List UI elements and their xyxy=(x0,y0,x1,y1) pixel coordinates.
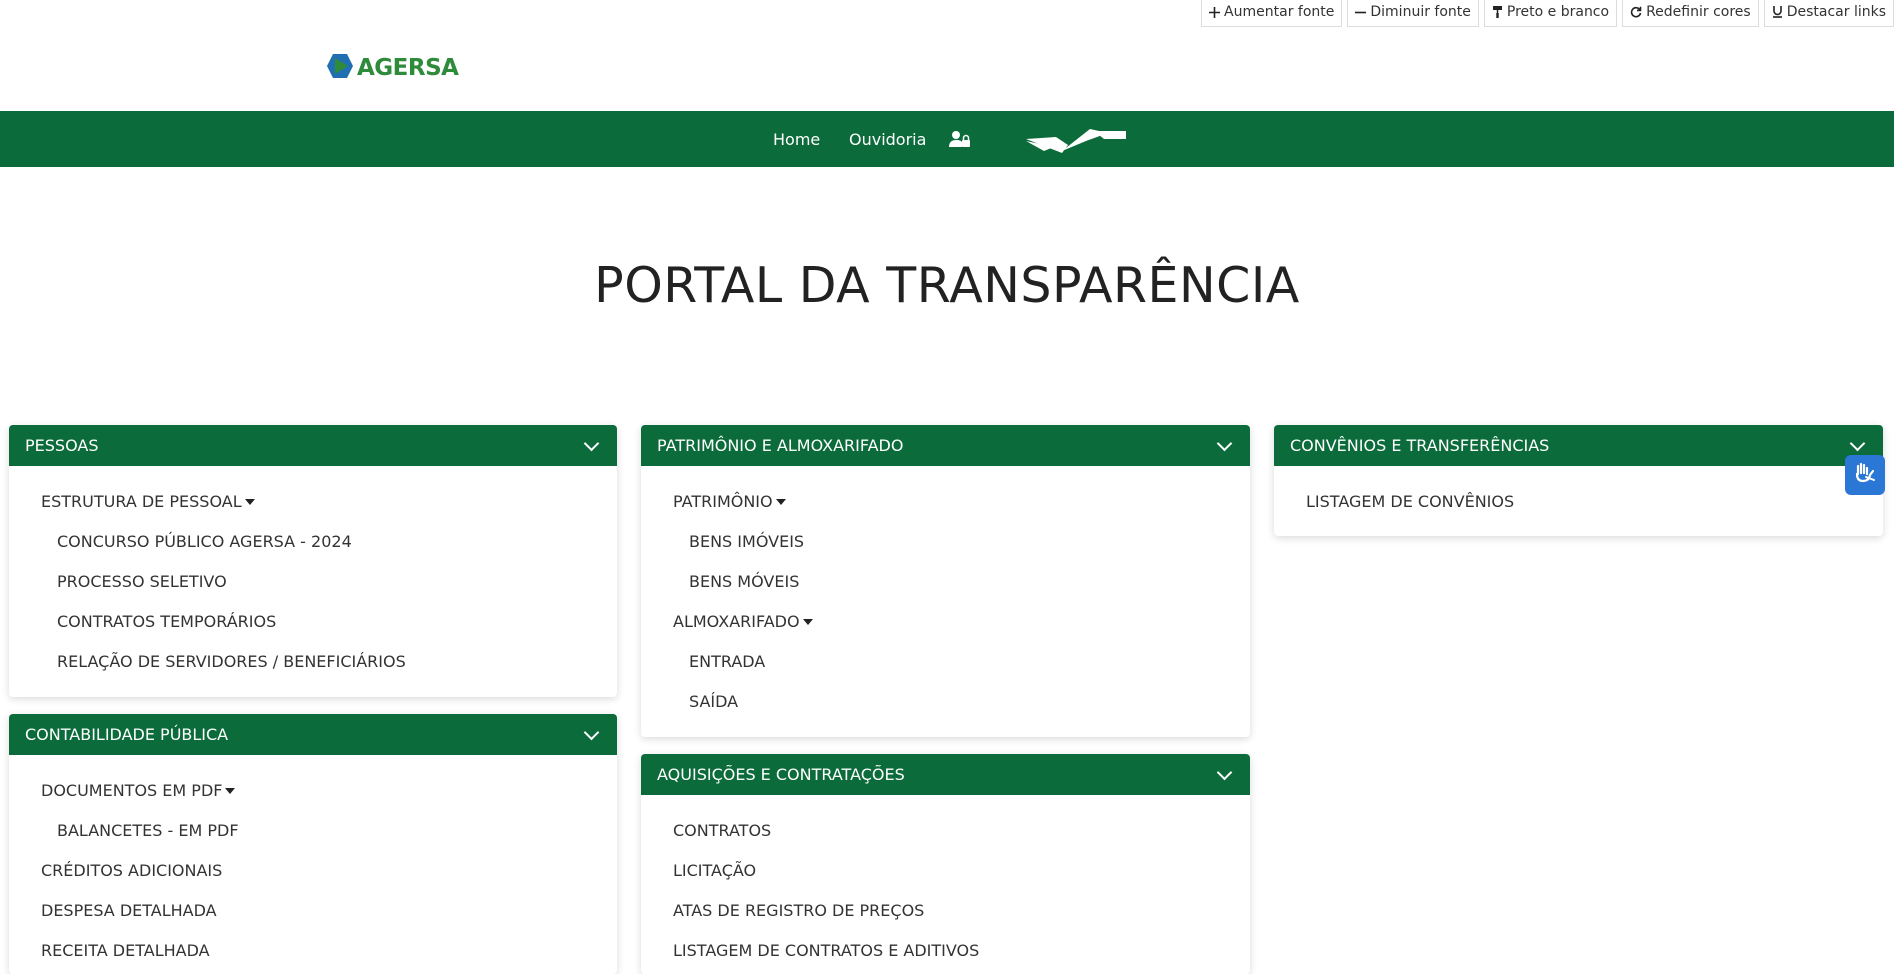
accessibility-toolbar: Aumentar fonte Diminuir fonte Preto e br… xyxy=(1201,0,1894,27)
sign-language-widget-button[interactable] xyxy=(1845,455,1885,495)
menu-item-saida[interactable]: SAÍDA xyxy=(641,682,1250,722)
menu-item-label: PATRIMÔNIO xyxy=(673,492,773,511)
card-header-convenios[interactable]: CONVÊNIOS E TRANSFERÊNCIAS xyxy=(1274,425,1883,466)
decrease-font-label: Diminuir fonte xyxy=(1370,4,1471,20)
card-convenios: CONVÊNIOS E TRANSFERÊNCIAS LISTAGEM DE C… xyxy=(1274,425,1883,536)
reset-colors-button[interactable]: Redefinir cores xyxy=(1622,0,1759,27)
plus-icon xyxy=(1209,6,1221,18)
card-title-pessoas: PESSOAS xyxy=(25,436,99,455)
paint-roller-icon xyxy=(1492,6,1503,18)
chevron-down-icon xyxy=(1216,435,1233,451)
menu-item-relacao-servidores[interactable]: RELAÇÃO DE SERVIDORES / BENEFICIÁRIOS xyxy=(9,642,617,682)
card-header-patrimonio[interactable]: PATRIMÔNIO E ALMOXARIFADO xyxy=(641,425,1250,466)
chevron-down-icon xyxy=(583,724,600,740)
menu-item-contratos-temporarios[interactable]: CONTRATOS TEMPORÁRIOS xyxy=(9,602,617,642)
minus-icon xyxy=(1355,7,1367,18)
menu-item-atas-registro-precos[interactable]: ATAS DE REGISTRO DE PREÇOS xyxy=(641,891,1250,931)
menu-item-bens-moveis[interactable]: BENS MÓVEIS xyxy=(641,562,1250,602)
handshake-icon[interactable] xyxy=(1024,111,1128,167)
reset-colors-label: Redefinir cores xyxy=(1646,4,1751,20)
increase-font-label: Aumentar fonte xyxy=(1224,4,1335,20)
agersa-logo[interactable]: AGERSA xyxy=(326,52,459,84)
nav-home[interactable]: Home xyxy=(773,111,820,167)
logo-emblem-icon xyxy=(326,52,354,84)
card-header-contabilidade[interactable]: CONTABILIDADE PÚBLICA xyxy=(9,714,617,755)
card-contabilidade: CONTABILIDADE PÚBLICA DOCUMENTOS EM PDF … xyxy=(9,714,617,974)
user-lock-icon[interactable] xyxy=(949,111,971,167)
menu-item-listagem-contratos-aditivos[interactable]: LISTAGEM DE CONTRATOS E ADITIVOS xyxy=(641,931,1250,971)
card-header-aquisicoes[interactable]: AQUISIÇÕES E CONTRATAÇÕES xyxy=(641,754,1250,795)
caret-down-icon xyxy=(225,788,236,794)
highlight-links-label: Destacar links xyxy=(1786,4,1886,20)
nav-ouvidoria[interactable]: Ouvidoria xyxy=(849,111,926,167)
card-patrimonio: PATRIMÔNIO E ALMOXARIFADO PATRIMÔNIO BEN… xyxy=(641,425,1250,737)
card-title-aquisicoes: AQUISIÇÕES E CONTRATAÇÕES xyxy=(657,765,905,784)
card-title-convenios: CONVÊNIOS E TRANSFERÊNCIAS xyxy=(1290,436,1550,455)
underline-icon xyxy=(1772,6,1783,18)
menu-item-documentos-pdf[interactable]: DOCUMENTOS EM PDF xyxy=(9,771,617,811)
highlight-links-button[interactable]: Destacar links xyxy=(1763,0,1894,27)
menu-item-estrutura-pessoal[interactable]: ESTRUTURA DE PESSOAL xyxy=(9,482,617,522)
card-title-contabilidade: CONTABILIDADE PÚBLICA xyxy=(25,725,229,744)
card-header-pessoas[interactable]: PESSOAS xyxy=(9,425,617,466)
card-title-patrimonio: PATRIMÔNIO E ALMOXARIFADO xyxy=(657,436,904,455)
black-white-button[interactable]: Preto e branco xyxy=(1483,0,1618,27)
decrease-font-button[interactable]: Diminuir fonte xyxy=(1347,0,1479,27)
menu-item-balancetes[interactable]: BALANCETES - EM PDF xyxy=(9,811,617,851)
menu-item-licitacao[interactable]: LICITAÇÃO xyxy=(641,851,1250,891)
chevron-down-icon xyxy=(1849,435,1866,451)
menu-item-label: ALMOXARIFADO xyxy=(673,612,800,631)
menu-item-patrimonio[interactable]: PATRIMÔNIO xyxy=(641,482,1250,522)
page-title: PORTAL DA TRANSPARÊNCIA xyxy=(594,257,1300,314)
caret-down-icon xyxy=(802,619,813,625)
main-navbar: Home Ouvidoria xyxy=(0,111,1894,167)
menu-item-creditos-adicionais[interactable]: CRÉDITOS ADICIONAIS xyxy=(9,851,617,891)
black-white-label: Preto e branco xyxy=(1506,4,1610,20)
card-pessoas: PESSOAS ESTRUTURA DE PESSOAL CONCURSO PÚ… xyxy=(9,425,617,697)
caret-down-icon xyxy=(775,499,786,505)
refresh-icon xyxy=(1630,6,1642,18)
menu-item-label: ESTRUTURA DE PESSOAL xyxy=(41,492,242,511)
menu-item-entrada[interactable]: ENTRADA xyxy=(641,642,1250,682)
increase-font-button[interactable]: Aumentar fonte xyxy=(1201,0,1343,27)
menu-item-despesa-detalhada[interactable]: DESPESA DETALHADA xyxy=(9,891,617,931)
menu-item-listagem-convenios[interactable]: LISTAGEM DE CONVÊNIOS xyxy=(1274,482,1883,522)
sign-language-icon xyxy=(1852,460,1878,490)
logo-text: AGERSA xyxy=(357,55,459,81)
chevron-down-icon xyxy=(1216,764,1233,780)
menu-item-receita-detalhada[interactable]: RECEITA DETALHADA xyxy=(9,931,617,971)
menu-item-label: DOCUMENTOS EM PDF xyxy=(41,781,223,800)
caret-down-icon xyxy=(244,499,255,505)
card-aquisicoes: AQUISIÇÕES E CONTRATAÇÕES CONTRATOS LICI… xyxy=(641,754,1250,974)
menu-item-contratos[interactable]: CONTRATOS xyxy=(641,811,1250,851)
chevron-down-icon xyxy=(583,435,600,451)
menu-item-bens-imoveis[interactable]: BENS IMÓVEIS xyxy=(641,522,1250,562)
menu-item-processo-seletivo[interactable]: PROCESSO SELETIVO xyxy=(9,562,617,602)
menu-item-almoxarifado[interactable]: ALMOXARIFADO xyxy=(641,602,1250,642)
menu-item-concurso[interactable]: CONCURSO PÚBLICO AGERSA - 2024 xyxy=(9,522,617,562)
